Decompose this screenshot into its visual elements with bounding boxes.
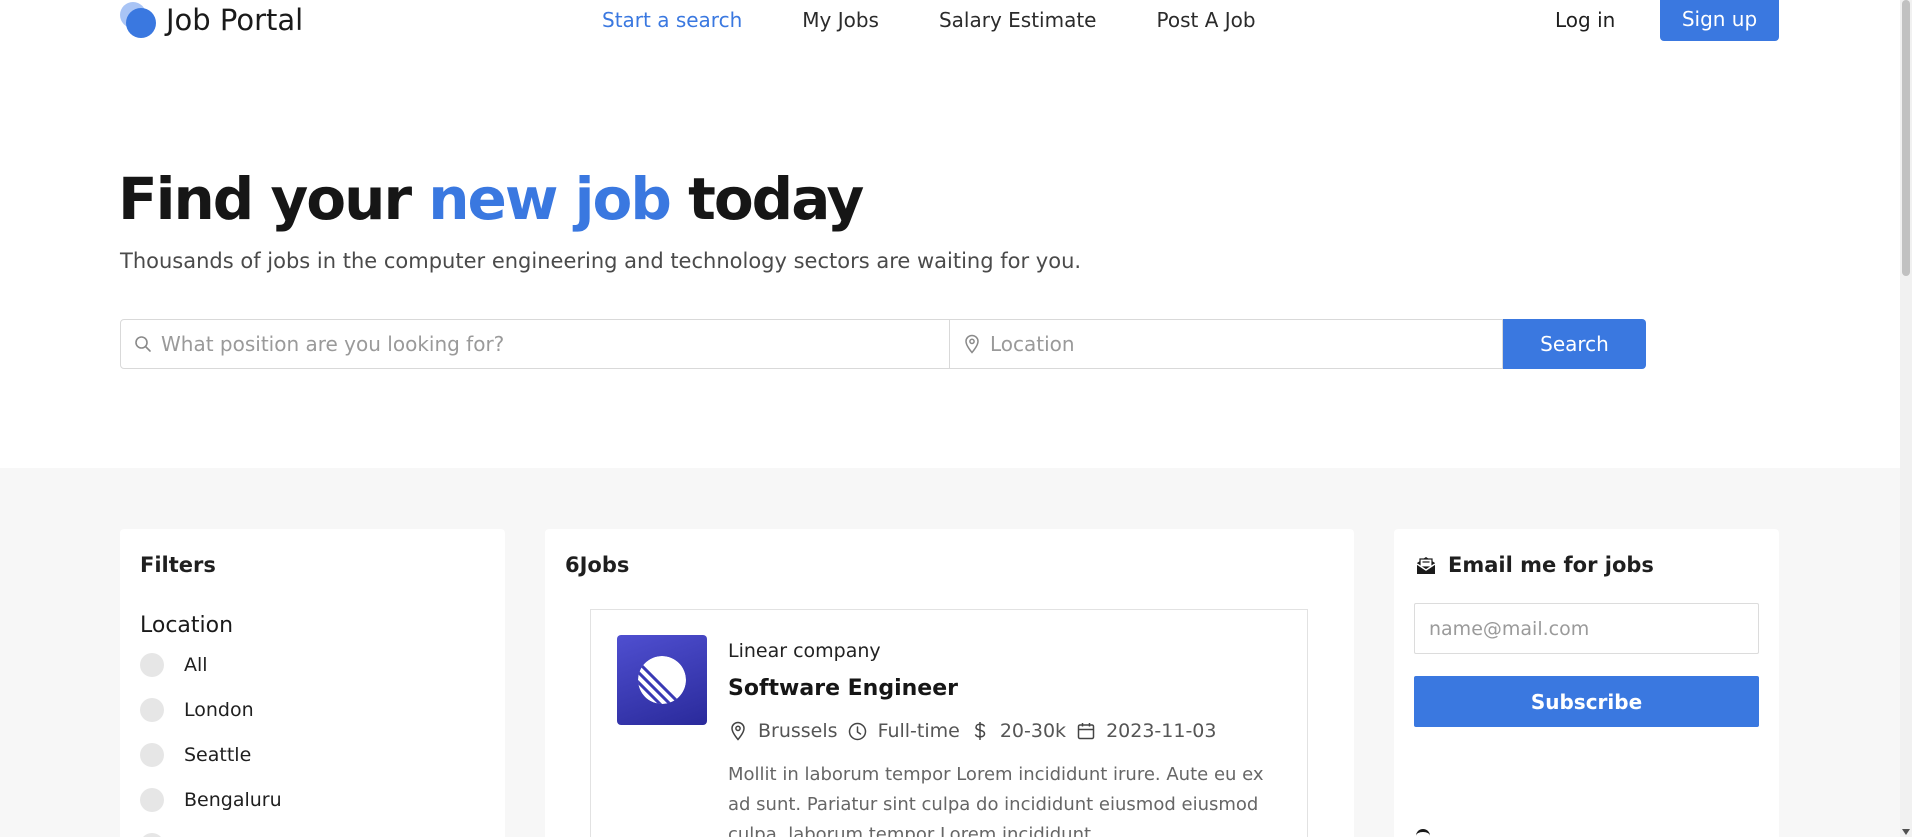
filters-title: Filters (140, 553, 216, 577)
job-location: Brussels (728, 720, 838, 742)
hero-title-accent: new job (428, 165, 672, 233)
filter-option-label: London (184, 699, 254, 721)
clock-icon (848, 721, 868, 741)
filter-option-bengaluru[interactable]: Bengaluru (140, 788, 282, 812)
job-type: Full-time (848, 720, 960, 742)
jobs-count: 6Jobs (565, 553, 630, 577)
top-header: Job Portal Start a search My Jobs Salary… (0, 0, 1900, 60)
filter-option-seattle[interactable]: Seattle (140, 743, 251, 767)
filter-option-label: All (184, 654, 208, 676)
login-link[interactable]: Log in (1555, 8, 1615, 32)
calendar-icon (1076, 721, 1096, 741)
email-alert-title: Email me for jobs (1448, 553, 1654, 577)
location-search-input[interactable] (990, 332, 1487, 356)
job-salary: 20-30k (970, 720, 1066, 742)
dollar-icon (970, 721, 990, 741)
hero-title-part2: today (669, 165, 864, 233)
search-button[interactable]: Search (1503, 319, 1646, 369)
nav-post-a-job[interactable]: Post A Job (1157, 8, 1256, 32)
map-pin-icon (728, 721, 748, 741)
filter-option-next[interactable] (140, 833, 184, 837)
filter-option-london[interactable]: London (140, 698, 254, 722)
nav-my-jobs[interactable]: My Jobs (802, 8, 879, 32)
job-card[interactable]: Linear company Software Engineer Brussel… (590, 609, 1308, 837)
partial-icon (1416, 829, 1430, 837)
job-meta: Brussels Full-time 20-30k 2023-11-03 (728, 720, 1226, 742)
company-name: Linear company (728, 640, 881, 662)
logo-text: Job Portal (166, 3, 304, 37)
company-logo (617, 635, 707, 725)
filters-panel: Filters Location All London Seattle Beng… (120, 529, 505, 837)
job-title[interactable]: Software Engineer (728, 676, 958, 701)
location-field (950, 319, 1503, 369)
scroll-down-arrow-icon[interactable] (1902, 829, 1910, 835)
main-nav: Start a search My Jobs Salary Estimate P… (602, 8, 1316, 32)
logo[interactable]: Job Portal (120, 0, 303, 40)
subscribe-button[interactable]: Subscribe (1414, 676, 1759, 727)
radio-button[interactable] (140, 653, 164, 677)
logo-icon (120, 2, 156, 38)
radio-button[interactable] (140, 833, 164, 837)
job-date-text: 2023-11-03 (1106, 720, 1217, 742)
search-bar: Search (120, 319, 1646, 369)
jobs-panel: 6Jobs Linear company Software Engineer B… (545, 529, 1354, 837)
email-alert-heading: Email me for jobs (1414, 553, 1654, 577)
job-location-text: Brussels (758, 720, 838, 742)
page-scrollbar[interactable] (1900, 0, 1912, 837)
job-date: 2023-11-03 (1076, 720, 1216, 742)
scrollbar-thumb[interactable] (1902, 0, 1910, 276)
search-icon (133, 334, 153, 354)
hero-title: Find your new job today (118, 165, 864, 233)
email-input[interactable] (1414, 603, 1759, 654)
radio-button[interactable] (140, 743, 164, 767)
position-search-input[interactable] (161, 332, 907, 356)
hero-title-part1: Find your (118, 165, 429, 233)
location-filter-heading: Location (140, 613, 234, 638)
mail-open-icon (1414, 553, 1438, 577)
email-alert-panel: Email me for jobs Subscribe (1394, 529, 1779, 837)
radio-button[interactable] (140, 698, 164, 722)
map-pin-icon (962, 334, 982, 354)
job-description: Mollit in laborum tempor Lorem incididun… (728, 764, 1264, 837)
filter-option-label: Bengaluru (184, 789, 282, 811)
signup-button[interactable]: Sign up (1660, 0, 1779, 41)
hero-subtitle: Thousands of jobs in the computer engine… (120, 249, 1082, 273)
filter-option-all[interactable]: All (140, 653, 208, 677)
nav-salary-estimate[interactable]: Salary Estimate (939, 8, 1097, 32)
filter-option-label: Seattle (184, 744, 252, 766)
radio-button[interactable] (140, 788, 164, 812)
nav-start-search[interactable]: Start a search (602, 8, 742, 32)
position-field (120, 319, 950, 369)
job-salary-text: 20-30k (999, 720, 1067, 742)
job-type-text: Full-time (877, 720, 960, 742)
